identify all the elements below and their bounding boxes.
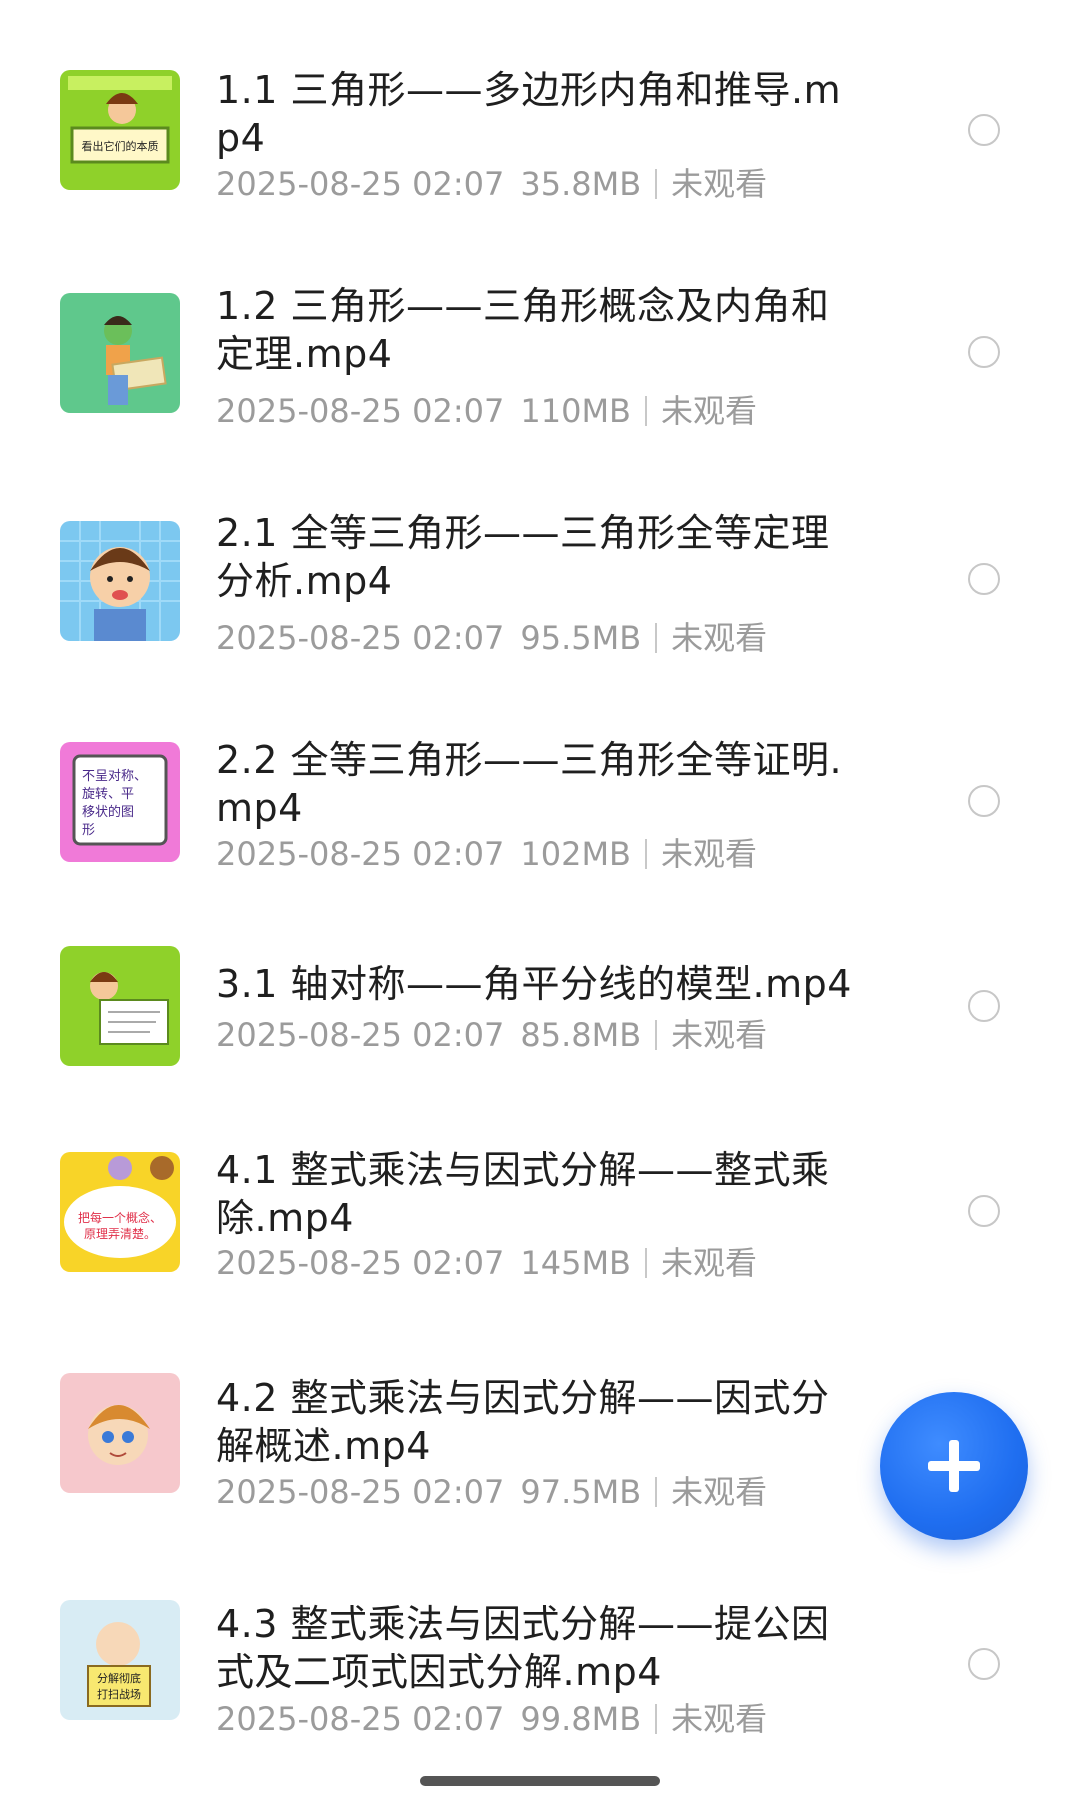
svg-text:打扫战场: 打扫战场	[97, 1687, 141, 1701]
svg-text:原理弄清楚。: 原理弄清楚。	[84, 1227, 156, 1241]
video-meta: 2025-08-25 02:07 95.5MB 未观看	[216, 618, 767, 658]
select-radio[interactable]	[968, 1648, 1000, 1680]
add-button[interactable]	[880, 1392, 1028, 1540]
video-meta: 2025-08-25 02:07 97.5MB 未观看	[216, 1472, 767, 1512]
video-title[interactable]: 3.1 轴对称——角平分线的模型.mp4	[216, 960, 856, 1008]
video-title[interactable]: 2.2 全等三角形——三角形全等证明.mp4	[216, 736, 856, 832]
video-title[interactable]: 1.1 三角形——多边形内角和推导.mp4	[216, 66, 856, 162]
watch-status: 未观看	[661, 392, 758, 430]
video-title[interactable]: 4.3 整式乘法与因式分解——提公因式及二项式因式分解.mp4	[216, 1600, 856, 1696]
watch-status: 未观看	[671, 1016, 768, 1054]
watch-status: 未观看	[671, 1700, 768, 1738]
thumbnail-image-icon	[60, 1373, 180, 1493]
video-size: 145MB	[520, 1244, 631, 1282]
video-date: 2025-08-25 02:07	[216, 165, 505, 203]
watch-status: 未观看	[661, 835, 758, 873]
svg-text:形: 形	[82, 823, 95, 838]
meta-divider	[645, 839, 647, 869]
thumbnail-image-icon	[60, 521, 180, 641]
video-date: 2025-08-25 02:07	[216, 1244, 505, 1282]
video-title[interactable]: 1.2 三角形——三角形概念及内角和定理.mp4	[216, 282, 856, 378]
thumbnail-image-icon: 分解彻底 打扫战场	[60, 1600, 180, 1720]
plus-icon	[928, 1440, 980, 1492]
video-date: 2025-08-25 02:07	[216, 1700, 505, 1738]
select-radio[interactable]	[968, 336, 1000, 368]
select-radio[interactable]	[968, 785, 1000, 817]
meta-divider	[645, 396, 647, 426]
thumbnail-caption: 看出它们的本质	[82, 139, 159, 153]
svg-text:移状的图: 移状的图	[82, 804, 134, 820]
video-meta: 2025-08-25 02:07 145MB 未观看	[216, 1243, 757, 1283]
select-radio[interactable]	[968, 114, 1000, 146]
thumbnail-image-icon: 把每一个概念、 原理弄清楚。	[60, 1152, 180, 1272]
meta-divider	[645, 1248, 647, 1278]
video-thumbnail: 看出它们的本质	[60, 70, 180, 190]
video-date: 2025-08-25 02:07	[216, 619, 505, 657]
video-size: 85.8MB	[520, 1016, 642, 1054]
video-title[interactable]: 2.1 全等三角形——三角形全等定理分析.mp4	[216, 509, 856, 605]
video-date: 2025-08-25 02:07	[216, 392, 505, 430]
meta-divider	[655, 1704, 658, 1734]
meta-divider	[655, 1020, 658, 1050]
meta-divider	[655, 623, 658, 653]
thumbnail-image-icon	[60, 293, 180, 413]
video-thumbnail: 把每一个概念、 原理弄清楚。	[60, 1152, 180, 1272]
video-size: 95.5MB	[520, 619, 642, 657]
video-size: 102MB	[520, 835, 631, 873]
video-meta: 2025-08-25 02:07 110MB 未观看	[216, 391, 757, 431]
video-meta: 2025-08-25 02:07 35.8MB 未观看	[216, 164, 767, 204]
thumbnail-image-icon: 不呈对称、 旋转、平 移状的图 形	[60, 742, 180, 862]
video-date: 2025-08-25 02:07	[216, 835, 505, 873]
watch-status: 未观看	[671, 619, 768, 657]
video-thumbnail	[60, 521, 180, 641]
svg-text:旋转、平: 旋转、平	[82, 787, 134, 802]
watch-status: 未观看	[661, 1244, 758, 1282]
video-thumbnail	[60, 946, 180, 1066]
select-radio[interactable]	[968, 563, 1000, 595]
video-size: 99.8MB	[520, 1700, 642, 1738]
video-size: 110MB	[520, 392, 631, 430]
video-thumbnail	[60, 1373, 180, 1493]
meta-divider	[655, 1477, 658, 1507]
video-title[interactable]: 4.2 整式乘法与因式分解——因式分解概述.mp4	[216, 1374, 856, 1470]
home-indicator[interactable]	[420, 1776, 660, 1786]
watch-status: 未观看	[671, 1473, 768, 1511]
video-size: 97.5MB	[520, 1473, 642, 1511]
watch-status: 未观看	[671, 165, 768, 203]
video-meta: 2025-08-25 02:07 85.8MB 未观看	[216, 1015, 767, 1055]
video-meta: 2025-08-25 02:07 99.8MB 未观看	[216, 1699, 767, 1739]
thumbnail-image-icon: 看出它们的本质	[60, 70, 180, 190]
meta-divider	[655, 169, 658, 199]
video-meta: 2025-08-25 02:07 102MB 未观看	[216, 834, 757, 874]
video-thumbnail	[60, 293, 180, 413]
video-thumbnail: 分解彻底 打扫战场	[60, 1600, 180, 1720]
video-date: 2025-08-25 02:07	[216, 1016, 505, 1054]
svg-text:不呈对称、: 不呈对称、	[82, 769, 147, 784]
video-date: 2025-08-25 02:07	[216, 1473, 505, 1511]
video-thumbnail: 不呈对称、 旋转、平 移状的图 形	[60, 742, 180, 862]
select-radio[interactable]	[968, 990, 1000, 1022]
video-size: 35.8MB	[520, 165, 642, 203]
svg-text:分解彻底: 分解彻底	[97, 1671, 141, 1685]
video-title[interactable]: 4.1 整式乘法与因式分解——整式乘除.mp4	[216, 1146, 856, 1242]
thumbnail-image-icon	[60, 946, 180, 1066]
select-radio[interactable]	[968, 1195, 1000, 1227]
svg-text:把每一个概念、: 把每一个概念、	[78, 1210, 162, 1225]
